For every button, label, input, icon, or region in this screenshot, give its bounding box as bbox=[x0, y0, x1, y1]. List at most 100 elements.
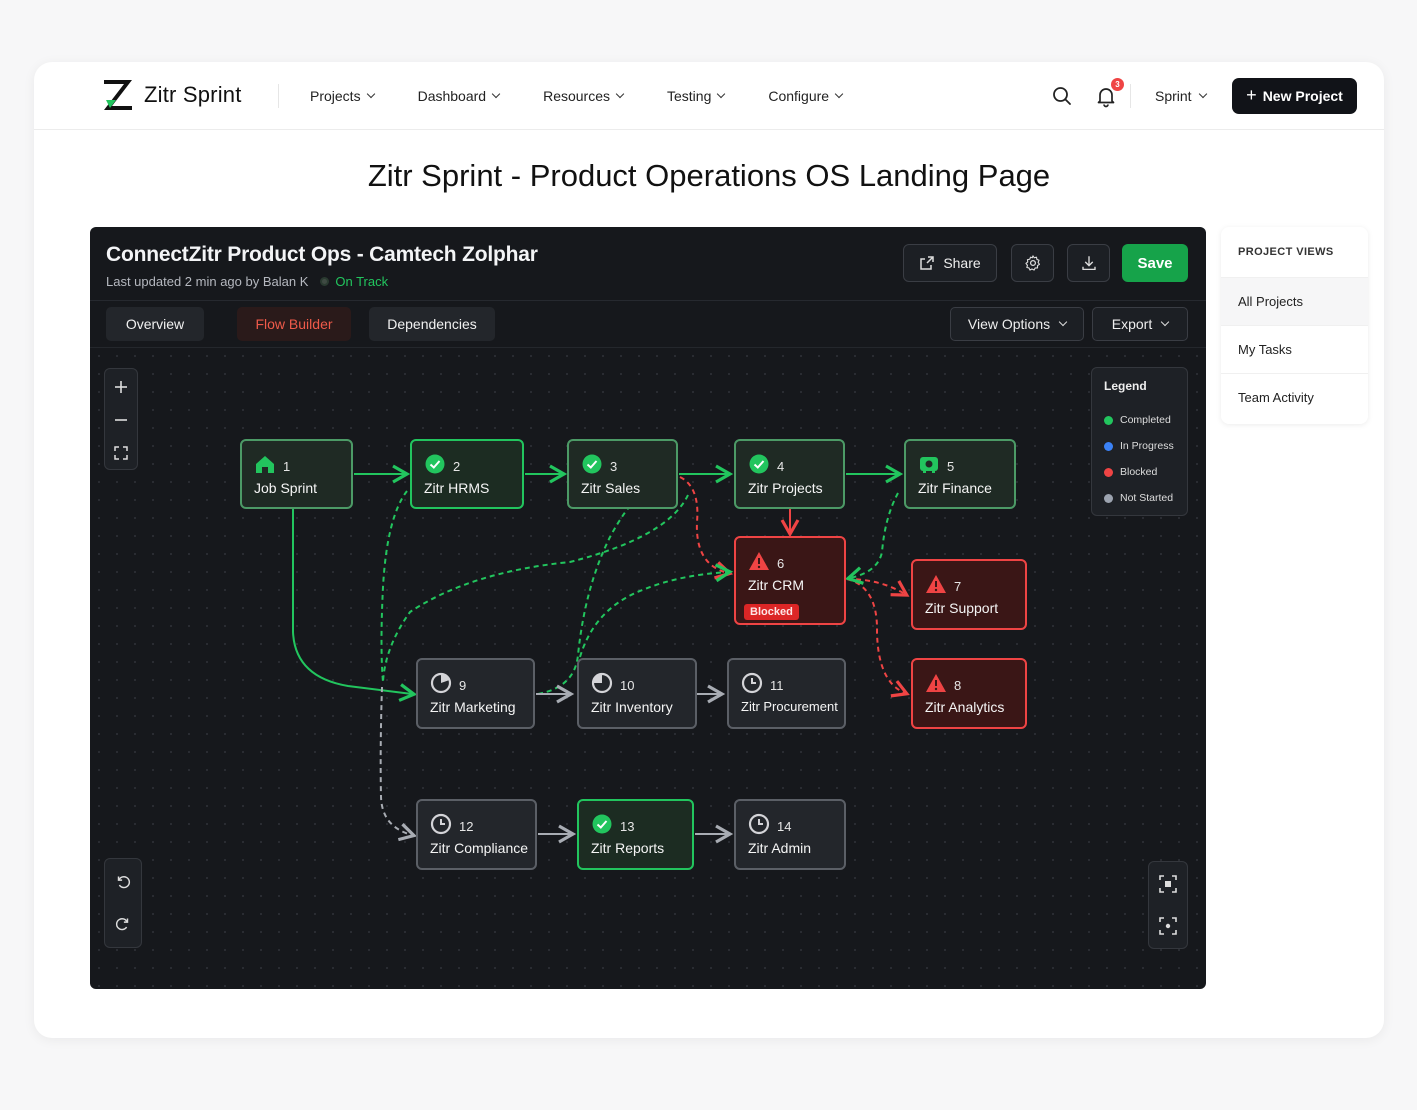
nav-configure[interactable]: Configure bbox=[768, 88, 844, 104]
flow-node-zitr-reports[interactable]: 13 Zitr Reports bbox=[577, 799, 694, 870]
nav-projects-label: Projects bbox=[310, 88, 361, 104]
redo-icon bbox=[115, 918, 129, 931]
flow-node-zitr-analytics[interactable]: 8 Zitr Analytics bbox=[911, 658, 1027, 729]
zoom-controls bbox=[104, 368, 138, 470]
zoom-in-button[interactable] bbox=[105, 371, 137, 403]
new-project-label: New Project bbox=[1262, 88, 1343, 104]
view-team-activity[interactable]: Team Activity bbox=[1221, 373, 1368, 421]
notifications-button[interactable]: 3 bbox=[1094, 78, 1124, 108]
node-label: Zitr Admin bbox=[748, 840, 812, 856]
node-label: Zitr Projects bbox=[748, 480, 823, 496]
node-label: Zitr Inventory bbox=[591, 699, 673, 715]
search-button[interactable] bbox=[1050, 84, 1074, 108]
fit-screen-button[interactable] bbox=[105, 437, 137, 469]
legend-item-blocked: Blocked bbox=[1104, 459, 1187, 485]
nav-projects[interactable]: Projects bbox=[310, 88, 375, 104]
edge-9-12 bbox=[379, 686, 418, 842]
edge-1-9 bbox=[292, 509, 418, 702]
node-label: Zitr Finance bbox=[918, 480, 992, 496]
flow-node-job-sprint[interactable]: 1 Job Sprint bbox=[240, 439, 353, 509]
node-label: Job Sprint bbox=[254, 480, 318, 496]
warning-icon bbox=[926, 575, 946, 593]
edge-10-6 bbox=[579, 563, 734, 658]
nav-configure-label: Configure bbox=[768, 88, 830, 104]
focus-icon bbox=[1159, 875, 1177, 893]
legend-item-in-progress: In Progress bbox=[1104, 433, 1187, 459]
flow-node-zitr-admin[interactable]: 14 Zitr Admin bbox=[734, 799, 846, 870]
node-number: 14 bbox=[777, 819, 792, 834]
center-view-button[interactable] bbox=[1152, 910, 1184, 942]
flow-edges bbox=[292, 464, 910, 844]
nav-divider bbox=[278, 84, 279, 108]
node-number: 3 bbox=[610, 459, 618, 474]
check-circle-icon bbox=[425, 454, 445, 474]
legend-label: Blocked bbox=[1120, 466, 1158, 478]
node-number: 5 bbox=[947, 459, 955, 474]
plus-icon: + bbox=[1246, 84, 1257, 105]
undo-icon bbox=[117, 876, 131, 889]
nav-testing[interactable]: Testing bbox=[667, 88, 726, 104]
clock-icon bbox=[741, 672, 763, 694]
blocked-status-badge: Blocked bbox=[744, 604, 799, 620]
app-logo[interactable]: Zitr Sprint bbox=[102, 78, 242, 112]
legend-dot bbox=[1104, 415, 1113, 425]
new-project-button[interactable]: + New Project bbox=[1232, 78, 1357, 114]
flow-node-zitr-hrms[interactable]: 2 Zitr HRMS bbox=[410, 439, 524, 509]
edge-2-9 bbox=[380, 490, 408, 683]
flow-node-zitr-inventory[interactable]: 10 Zitr Inventory bbox=[577, 658, 697, 729]
chart-icon bbox=[430, 672, 452, 694]
node-number: 9 bbox=[459, 678, 467, 693]
node-number: 1 bbox=[283, 459, 291, 474]
app-name: Zitr Sprint bbox=[144, 82, 242, 107]
legend-title: Legend bbox=[1104, 379, 1147, 393]
legend: Legend Completed In Progress Blocked Not… bbox=[1091, 367, 1188, 516]
edge-6-7 bbox=[846, 578, 910, 597]
redo-button[interactable] bbox=[107, 907, 139, 939]
edge-5-6 bbox=[844, 492, 899, 585]
view-all-projects[interactable]: All Projects bbox=[1221, 277, 1368, 325]
focus-controls bbox=[1148, 861, 1188, 949]
node-label: Zitr Compliance bbox=[430, 840, 529, 856]
flow-node-zitr-compliance[interactable]: 12 Zitr Compliance bbox=[416, 799, 537, 870]
nav-dashboard[interactable]: Dashboard bbox=[418, 88, 501, 104]
center-icon bbox=[1159, 917, 1177, 935]
node-label: Zitr Support bbox=[925, 600, 999, 616]
node-label: Zitr CRM bbox=[748, 577, 804, 593]
chevron-down-icon bbox=[717, 89, 726, 99]
undo-button[interactable] bbox=[107, 865, 139, 897]
node-number: 7 bbox=[954, 579, 962, 594]
history-controls bbox=[104, 858, 142, 948]
focus-selection-button[interactable] bbox=[1152, 868, 1184, 900]
clock-icon bbox=[748, 813, 770, 835]
clock-icon bbox=[430, 813, 452, 835]
node-number: 8 bbox=[954, 678, 962, 693]
expand-icon bbox=[114, 446, 128, 460]
chevron-down-icon bbox=[1198, 89, 1207, 99]
flow-node-zitr-projects[interactable]: 4 Zitr Projects bbox=[734, 439, 845, 509]
node-number: 4 bbox=[777, 459, 785, 474]
project-views-title: PROJECT VIEWS bbox=[1238, 246, 1334, 258]
flow-node-zitr-procurement[interactable]: 11 Zitr Procurement bbox=[727, 658, 846, 729]
chevron-down-icon bbox=[615, 89, 625, 99]
node-number: 10 bbox=[620, 678, 635, 693]
flow-node-zitr-crm[interactable]: 6 Zitr CRM Blocked bbox=[734, 536, 846, 625]
node-label: Zitr Reports bbox=[591, 840, 665, 856]
nav-resources-label: Resources bbox=[543, 88, 610, 104]
node-number: 12 bbox=[459, 819, 474, 834]
flow-node-zitr-sales[interactable]: 3 Zitr Sales bbox=[567, 439, 678, 509]
view-my-tasks[interactable]: My Tasks bbox=[1221, 325, 1368, 373]
zoom-out-button[interactable] bbox=[105, 404, 137, 436]
sprint-selector[interactable]: Sprint bbox=[1155, 62, 1207, 130]
flow-node-zitr-finance[interactable]: 5 Zitr Finance bbox=[904, 439, 1016, 509]
node-label: Zitr Sales bbox=[581, 480, 641, 496]
node-number: 2 bbox=[453, 459, 461, 474]
nav-resources[interactable]: Resources bbox=[543, 88, 625, 104]
flow-node-zitr-support[interactable]: 7 Zitr Support bbox=[911, 559, 1027, 630]
node-number: 13 bbox=[620, 819, 635, 834]
zitr-logo-icon bbox=[104, 80, 132, 110]
node-label: Zitr Procurement bbox=[741, 699, 838, 714]
legend-dot bbox=[1104, 467, 1113, 477]
warning-icon bbox=[926, 674, 946, 692]
flow-node-zitr-marketing[interactable]: 9 Zitr Marketing bbox=[416, 658, 535, 729]
edge-3-6 bbox=[679, 476, 734, 580]
